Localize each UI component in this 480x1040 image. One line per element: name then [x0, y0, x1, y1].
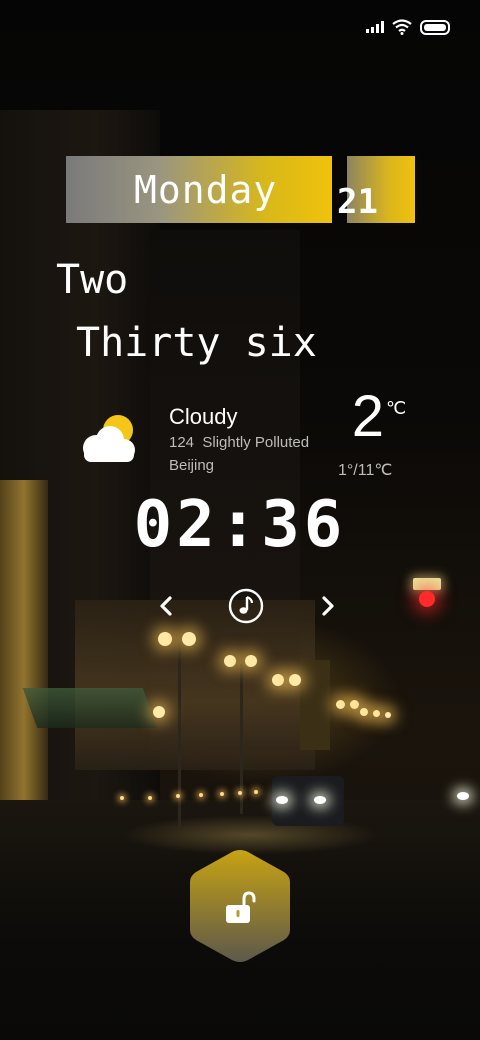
street-lamp: [385, 712, 391, 718]
street-lamp: [289, 674, 301, 686]
street-lamp: [224, 655, 236, 667]
minutes-in-words: Thirty six: [76, 320, 317, 366]
digital-clock[interactable]: 02:36: [0, 488, 480, 562]
street-lamp: [272, 674, 284, 686]
bollard-light: [220, 792, 224, 796]
temperature-range: 1°/11℃: [338, 462, 393, 479]
street-lamp: [350, 700, 359, 709]
city-name: Beijing: [169, 457, 215, 474]
lamp-pole: [178, 640, 181, 830]
temperature-unit: ℃: [386, 398, 407, 418]
bollard-light: [120, 796, 124, 800]
bollard-light: [148, 796, 152, 800]
traffic-sign: [413, 578, 441, 590]
street-lamp: [360, 708, 368, 716]
bollard-light: [176, 794, 180, 798]
date-number: 21: [337, 182, 378, 222]
status-bar: [366, 16, 450, 38]
music-note-icon: [228, 588, 264, 624]
street-lamp: [373, 710, 380, 717]
weather-condition[interactable]: Cloudy: [169, 404, 237, 430]
unlock-icon: [226, 891, 256, 923]
car-headlight: [314, 796, 326, 804]
street-lamp: [336, 700, 345, 709]
wifi-icon: [392, 19, 412, 35]
next-icon: [322, 596, 334, 616]
bollard-light: [199, 793, 203, 797]
bollard-light: [238, 791, 242, 795]
car-headlight: [457, 792, 469, 800]
street-lamp: [245, 655, 257, 667]
bollard-light: [254, 790, 258, 794]
air-quality: 124 Slightly Polluted: [169, 434, 310, 451]
street-lamp: [182, 632, 196, 646]
awning: [22, 688, 158, 728]
next-track-button[interactable]: [310, 588, 346, 624]
partly-cloudy-icon[interactable]: [76, 408, 140, 466]
unlock-button[interactable]: [188, 848, 292, 964]
bus-stop: [300, 660, 330, 750]
music-button[interactable]: [228, 588, 264, 624]
previous-icon: [160, 596, 172, 616]
day-of-week: Monday: [134, 168, 278, 212]
street-lamp: [158, 632, 172, 646]
signal-icon: [366, 21, 384, 33]
previous-track-button[interactable]: [148, 588, 184, 624]
hour-in-words: Two: [56, 257, 129, 303]
current-temperature: 2: [351, 384, 384, 449]
street-lamp: [153, 706, 165, 718]
battery-icon: [420, 19, 450, 35]
red-traffic-light: [419, 591, 435, 607]
car-headlight: [276, 796, 288, 804]
